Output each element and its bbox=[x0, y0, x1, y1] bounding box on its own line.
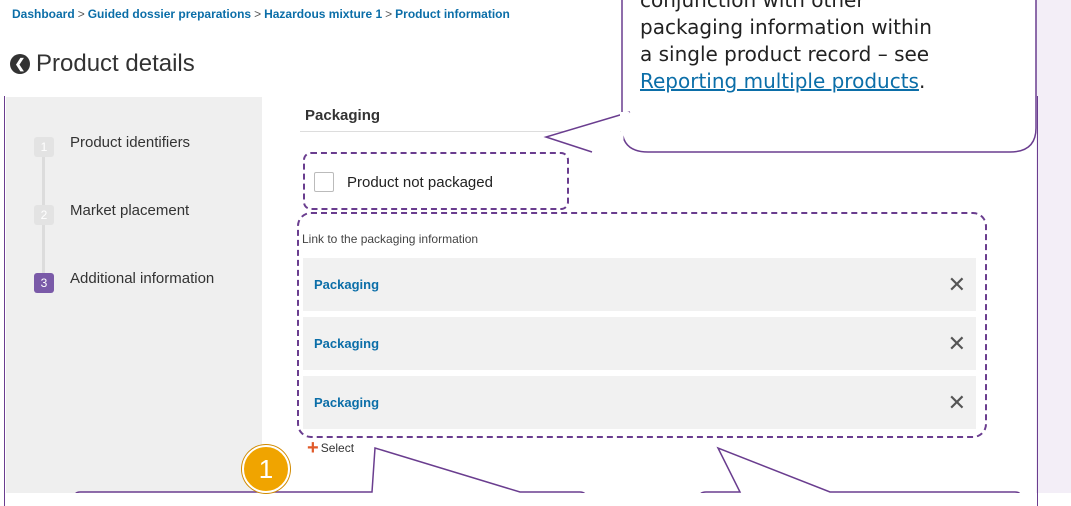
callout-line-3: a single product record – see bbox=[640, 42, 930, 66]
step-badge: 1 bbox=[242, 445, 290, 493]
callout-text: conjunction with other packaging informa… bbox=[640, 0, 1035, 95]
callout-bubble-bottom-left bbox=[75, 447, 585, 493]
reporting-multiple-products-link[interactable]: Reporting multiple products bbox=[640, 69, 919, 93]
callout-line-2: packaging information within bbox=[640, 15, 932, 39]
callout-period: . bbox=[918, 69, 926, 93]
callout-line-1: conjunction with other bbox=[640, 0, 865, 12]
callout-bubble-bottom-right bbox=[700, 446, 1020, 493]
